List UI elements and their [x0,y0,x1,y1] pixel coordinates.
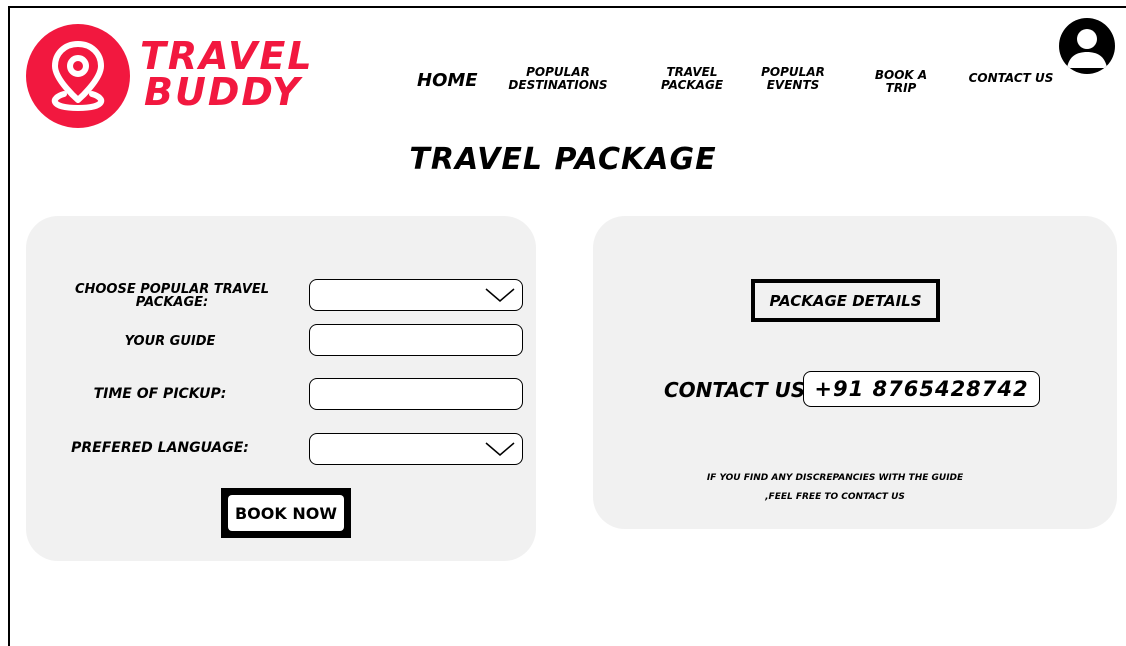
nav-home[interactable]: HOME [417,72,478,90]
brand-line-1: TRAVEL [140,34,314,78]
location-pin-icon [51,41,105,112]
brand-line-2: BUDDY [144,70,302,114]
logo[interactable] [26,24,130,128]
nav-travel-package[interactable]: TRAVEL PACKAGE [656,66,728,92]
guide-input[interactable] [309,324,523,356]
user-icon [1067,29,1107,68]
nav-travel-package-line-2: PACKAGE [660,78,724,92]
nav-popular-events[interactable]: POPULAR EVENTS [756,66,830,92]
pickup-label: TIME OF PICKUP: [93,386,227,402]
nav-popular-destinations[interactable]: POPULAR DESTINATIONS [503,66,613,92]
avatar[interactable] [1059,18,1115,74]
contact-label: CONTACT US: [664,378,814,402]
brand-name: TRAVEL BUDDY [140,34,314,114]
package-label: CHOOSE POPULAR TRAVEL PACKAGE: [72,283,272,309]
nav-contact-us[interactable]: CONTACT US [965,72,1057,85]
language-select[interactable] [309,433,523,465]
chevron-down-icon [485,288,515,302]
guide-label: YOUR GUIDE [124,334,216,349]
nav-popular-destinations-line-2: DESTINATIONS [508,78,608,92]
package-label-line-2: PACKAGE: [135,295,209,310]
nav-book-a-trip[interactable]: BOOK A TRIP [872,69,930,95]
package-details-button[interactable]: PACKAGE DETAILS [751,279,940,322]
note-line-2: ,FEEL FREE TO CONTACT US [765,492,905,502]
nav-popular-events-line-2: EVENTS [766,78,820,92]
chevron-down-icon [485,442,515,456]
nav-book-a-trip-line-2: TRIP [885,81,917,95]
discrepancy-note: IF YOU FIND ANY DISCREPANCIES WITH THE G… [700,469,970,507]
language-label: PREFERED LANGUAGE: [71,440,249,456]
package-select[interactable] [309,279,523,311]
contact-phone: +91 8765428742 [803,371,1040,407]
page-title: TRAVEL PACKAGE [409,142,717,177]
note-line-1: IF YOU FIND ANY DISCREPANCIES WITH THE G… [706,473,964,483]
book-now-button[interactable]: BOOK NOW [221,488,351,538]
pickup-input[interactable] [309,378,523,410]
book-now-label: BOOK NOW [228,495,344,531]
